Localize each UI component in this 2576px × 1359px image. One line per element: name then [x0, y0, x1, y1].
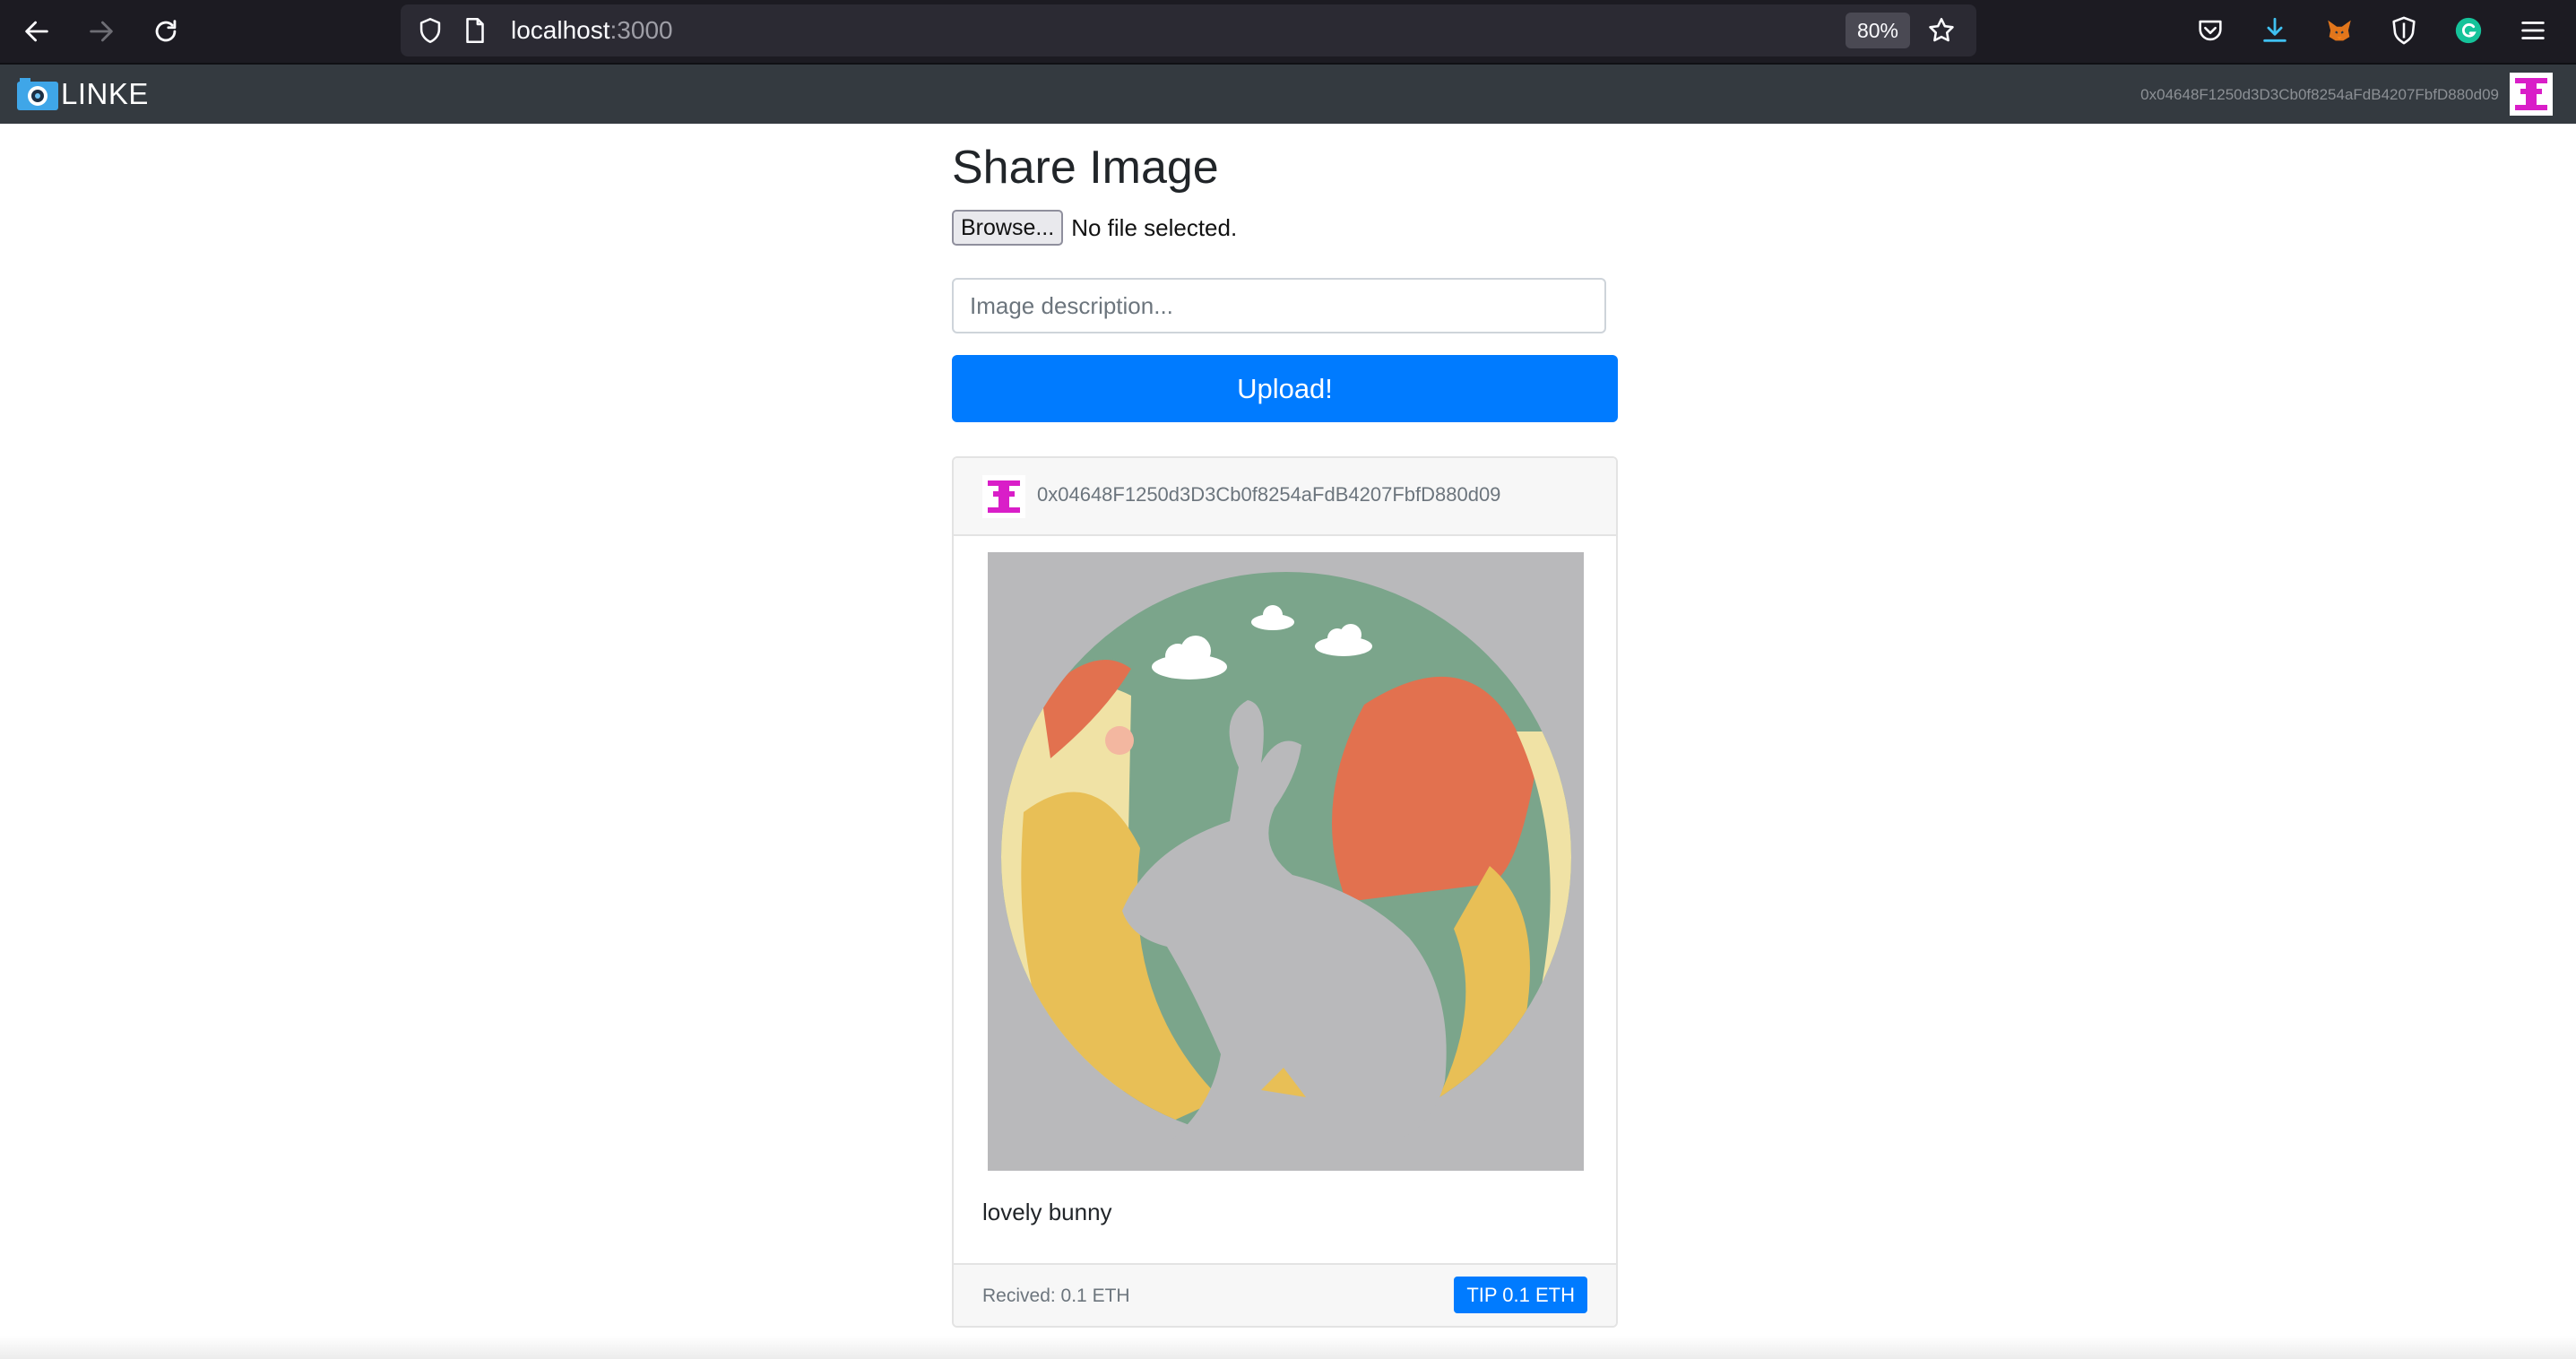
forward-arrow-icon — [90, 21, 113, 42]
back-arrow-icon — [25, 21, 48, 42]
url-host: localhost — [511, 16, 610, 44]
file-status: No file selected. — [1071, 213, 1238, 241]
file-input[interactable]: Browse... No file selected. — [952, 210, 1237, 246]
app-navbar: LINKE 0x04648F1250d3D3Cb0f8254aFdB4207Fb… — [0, 63, 2576, 124]
brave-shield-icon — [2392, 16, 2416, 45]
page-title: Share Image — [952, 142, 1219, 194]
metamask-fox-icon — [2328, 20, 2351, 41]
camera-icon — [17, 78, 58, 110]
download-icon — [2263, 17, 2286, 42]
post-caption: lovely bunny — [982, 1199, 1112, 1225]
back-button[interactable] — [16, 11, 57, 52]
page-icon — [466, 17, 484, 44]
url-port: :3000 — [609, 16, 673, 44]
upload-button[interactable]: Upload! — [952, 355, 1618, 422]
brand-name: LINKE — [61, 77, 149, 110]
metamask-extension-button[interactable] — [2321, 13, 2357, 48]
star-icon[interactable] — [1926, 15, 1957, 46]
page-bottom-edge — [0, 1336, 2576, 1359]
url-text[interactable]: localhost:3000 — [511, 16, 673, 45]
card-footer: Recived: 0.1 ETH TIP 0.1 ETH — [954, 1263, 1616, 1326]
app-menu-button[interactable] — [2515, 13, 2551, 48]
tips-received: Recived: 0.1 ETH — [982, 1285, 1130, 1306]
brand-link[interactable]: LINKE — [16, 76, 149, 112]
reload-icon — [155, 20, 177, 42]
shield-icon[interactable] — [415, 15, 445, 46]
identicon-avatar — [2515, 78, 2547, 110]
downloads-button[interactable] — [2257, 13, 2293, 48]
grammarly-extension-button[interactable] — [2451, 13, 2486, 48]
forward-button[interactable] — [81, 11, 122, 52]
image-description-input[interactable] — [952, 278, 1606, 333]
browser-toolbar: localhost:3000 80% — [0, 0, 2576, 63]
account-identicon — [2510, 73, 2553, 116]
menu-icon — [2521, 22, 2545, 39]
address-bar[interactable]: localhost:3000 80% — [401, 4, 1976, 56]
account-address: 0x04648F1250d3D3Cb0f8254aFdB4207FbfD880d… — [2140, 86, 2499, 103]
tip-button[interactable]: TIP 0.1 ETH — [1454, 1277, 1587, 1313]
pocket-button[interactable] — [2192, 13, 2228, 48]
image-post-card: 0x04648F1250d3D3Cb0f8254aFdB4207FbfD880d… — [952, 456, 1618, 1328]
card-header: 0x04648F1250d3D3Cb0f8254aFdB4207FbfD880d… — [954, 458, 1616, 536]
reload-button[interactable] — [145, 11, 186, 52]
zoom-level-badge[interactable]: 80% — [1846, 13, 1910, 48]
privacy-extension-button[interactable] — [2386, 13, 2422, 48]
pocket-icon — [2199, 20, 2222, 41]
author-identicon — [982, 475, 1025, 518]
post-author-address: 0x04648F1250d3D3Cb0f8254aFdB4207FbfD880d… — [1037, 483, 1501, 506]
identicon-avatar — [988, 480, 1020, 513]
post-image — [988, 552, 1584, 1171]
grammarly-icon — [2455, 17, 2482, 44]
browse-button[interactable]: Browse... — [952, 210, 1064, 246]
